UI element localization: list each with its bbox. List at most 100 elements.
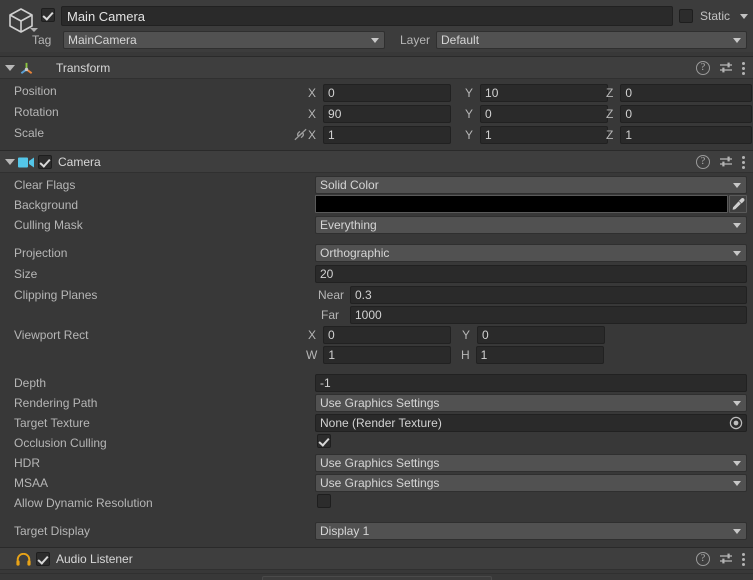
position-z-value: 0 (625, 86, 633, 100)
gameobject-enabled-checkbox[interactable] (41, 8, 55, 22)
object-picker-icon[interactable] (729, 416, 743, 430)
axis-y-label: Y (465, 107, 474, 121)
chevron-down-icon (733, 251, 741, 256)
eyedropper-icon (732, 198, 745, 210)
position-z-input[interactable]: 0 (620, 84, 753, 102)
viewport-x-value: 0 (328, 328, 335, 342)
help-icon[interactable]: ? (696, 155, 710, 169)
transform-gizmo-icon (20, 62, 33, 74)
position-x-input[interactable]: 0 (323, 84, 452, 102)
headphones-icon (16, 553, 31, 566)
overflow-menu-icon[interactable] (742, 61, 746, 75)
viewport-w-input[interactable]: 1 (323, 346, 452, 364)
preset-icon[interactable] (719, 552, 733, 566)
depth-input[interactable]: -1 (315, 374, 747, 392)
preset-icon[interactable] (719, 61, 733, 75)
scale-x-value: 1 (328, 128, 335, 142)
scale-x-field-group: X 1 (308, 126, 452, 144)
transform-title: Transform (56, 61, 111, 75)
far-input[interactable]: 1000 (350, 306, 747, 324)
static-dropdown-caret[interactable] (740, 14, 748, 19)
target-texture-object-field[interactable]: None (Render Texture) (315, 414, 747, 432)
layer-label: Layer (400, 33, 431, 47)
transform-component-header[interactable]: Transform ? (0, 56, 753, 79)
clear-flags-dropdown[interactable]: Solid Color (315, 176, 747, 194)
chevron-down-icon (733, 38, 741, 43)
msaa-dropdown[interactable]: Use Graphics Settings (315, 474, 747, 492)
depth-value: -1 (320, 376, 331, 390)
allow-dynamic-resolution-checkbox[interactable] (317, 494, 331, 508)
static-label: Static (700, 9, 731, 23)
viewport-x-input[interactable]: 0 (323, 326, 452, 344)
culling-mask-dropdown[interactable]: Everything (315, 216, 747, 234)
hdr-dropdown[interactable]: Use Graphics Settings (315, 454, 747, 472)
camera-enabled-checkbox[interactable] (38, 155, 52, 169)
size-input[interactable]: 20 (315, 265, 747, 283)
viewport-h-input[interactable]: 1 (475, 346, 604, 364)
layer-value: Default (441, 33, 480, 47)
far-label: Far (321, 308, 339, 322)
axis-z-label: Z (606, 128, 614, 142)
chevron-down-icon (733, 481, 741, 486)
viewport-y-input[interactable]: 0 (477, 326, 606, 344)
add-component-button-partial[interactable] (262, 576, 492, 580)
audio-listener-title: Audio Listener (56, 552, 133, 566)
position-label: Position (14, 84, 57, 98)
scale-z-input[interactable]: 1 (620, 126, 753, 144)
camera-foldout-icon[interactable] (5, 158, 15, 165)
preset-icon[interactable] (719, 155, 733, 169)
audio-listener-component-header[interactable]: Audio Listener ? (0, 547, 753, 570)
viewport-h-field-group: H 1 (461, 346, 604, 364)
tag-dropdown[interactable]: MainCamera (63, 31, 385, 49)
viewport-rect-label: Viewport Rect (14, 328, 89, 342)
occlusion-culling-checkbox[interactable] (317, 434, 331, 448)
rotation-y-value: 0 (485, 107, 492, 121)
position-y-input[interactable]: 10 (480, 84, 609, 102)
rotation-x-value: 90 (328, 107, 342, 121)
viewport-w-label: W (306, 348, 318, 362)
layer-dropdown[interactable]: Default (436, 31, 747, 49)
audio-listener-enabled-checkbox[interactable] (36, 552, 50, 566)
transform-header-icons: ? (696, 61, 746, 75)
camera-component-header[interactable]: Camera ? (0, 150, 753, 173)
chevron-down-icon (371, 38, 379, 43)
chevron-down-icon (733, 529, 741, 534)
viewport-h-label: H (461, 348, 470, 362)
target-display-dropdown[interactable]: Display 1 (315, 522, 747, 540)
near-value: 0.3 (355, 288, 372, 302)
viewport-w-value: 1 (328, 348, 336, 362)
target-texture-label: Target Texture (14, 416, 90, 430)
gameobject-header: Main Camera Static Tag MainCamera Layer … (0, 0, 753, 52)
background-label: Background (14, 198, 79, 212)
rotation-y-input[interactable]: 0 (480, 105, 609, 123)
help-icon[interactable]: ? (696, 552, 710, 566)
scale-x-input[interactable]: 1 (323, 126, 452, 144)
hdr-label: HDR (14, 456, 40, 470)
near-input[interactable]: 0.3 (350, 286, 747, 304)
background-eyedropper-button[interactable] (729, 195, 747, 213)
static-checkbox[interactable] (679, 9, 693, 23)
target-display-label: Target Display (14, 524, 91, 538)
projection-label: Projection (14, 246, 68, 260)
scale-y-input[interactable]: 1 (480, 126, 609, 144)
scale-z-field-group: Z 1 (606, 126, 753, 144)
transform-foldout-icon[interactable] (5, 64, 15, 71)
clear-flags-label: Clear Flags (14, 178, 76, 192)
gameobject-name-value: Main Camera (67, 8, 146, 24)
axis-z-label: Z (606, 107, 614, 121)
gameobject-icon-dropdown-caret[interactable] (30, 28, 38, 32)
rotation-x-input[interactable]: 90 (323, 105, 452, 123)
projection-dropdown[interactable]: Orthographic (315, 244, 747, 262)
scale-y-value: 1 (485, 128, 492, 142)
rotation-z-input[interactable]: 0 (620, 105, 753, 123)
unity-inspector-panel: Main Camera Static Tag MainCamera Layer … (0, 0, 753, 580)
chevron-down-icon (733, 223, 741, 228)
rendering-path-dropdown[interactable]: Use Graphics Settings (315, 394, 747, 412)
link-broken-icon[interactable] (293, 127, 308, 142)
background-color-swatch[interactable] (315, 195, 728, 213)
gameobject-name-input[interactable]: Main Camera (61, 6, 673, 26)
help-icon[interactable]: ? (696, 61, 710, 75)
overflow-menu-icon[interactable] (742, 552, 746, 566)
viewport-y-value: 0 (482, 328, 489, 342)
overflow-menu-icon[interactable] (742, 155, 746, 169)
